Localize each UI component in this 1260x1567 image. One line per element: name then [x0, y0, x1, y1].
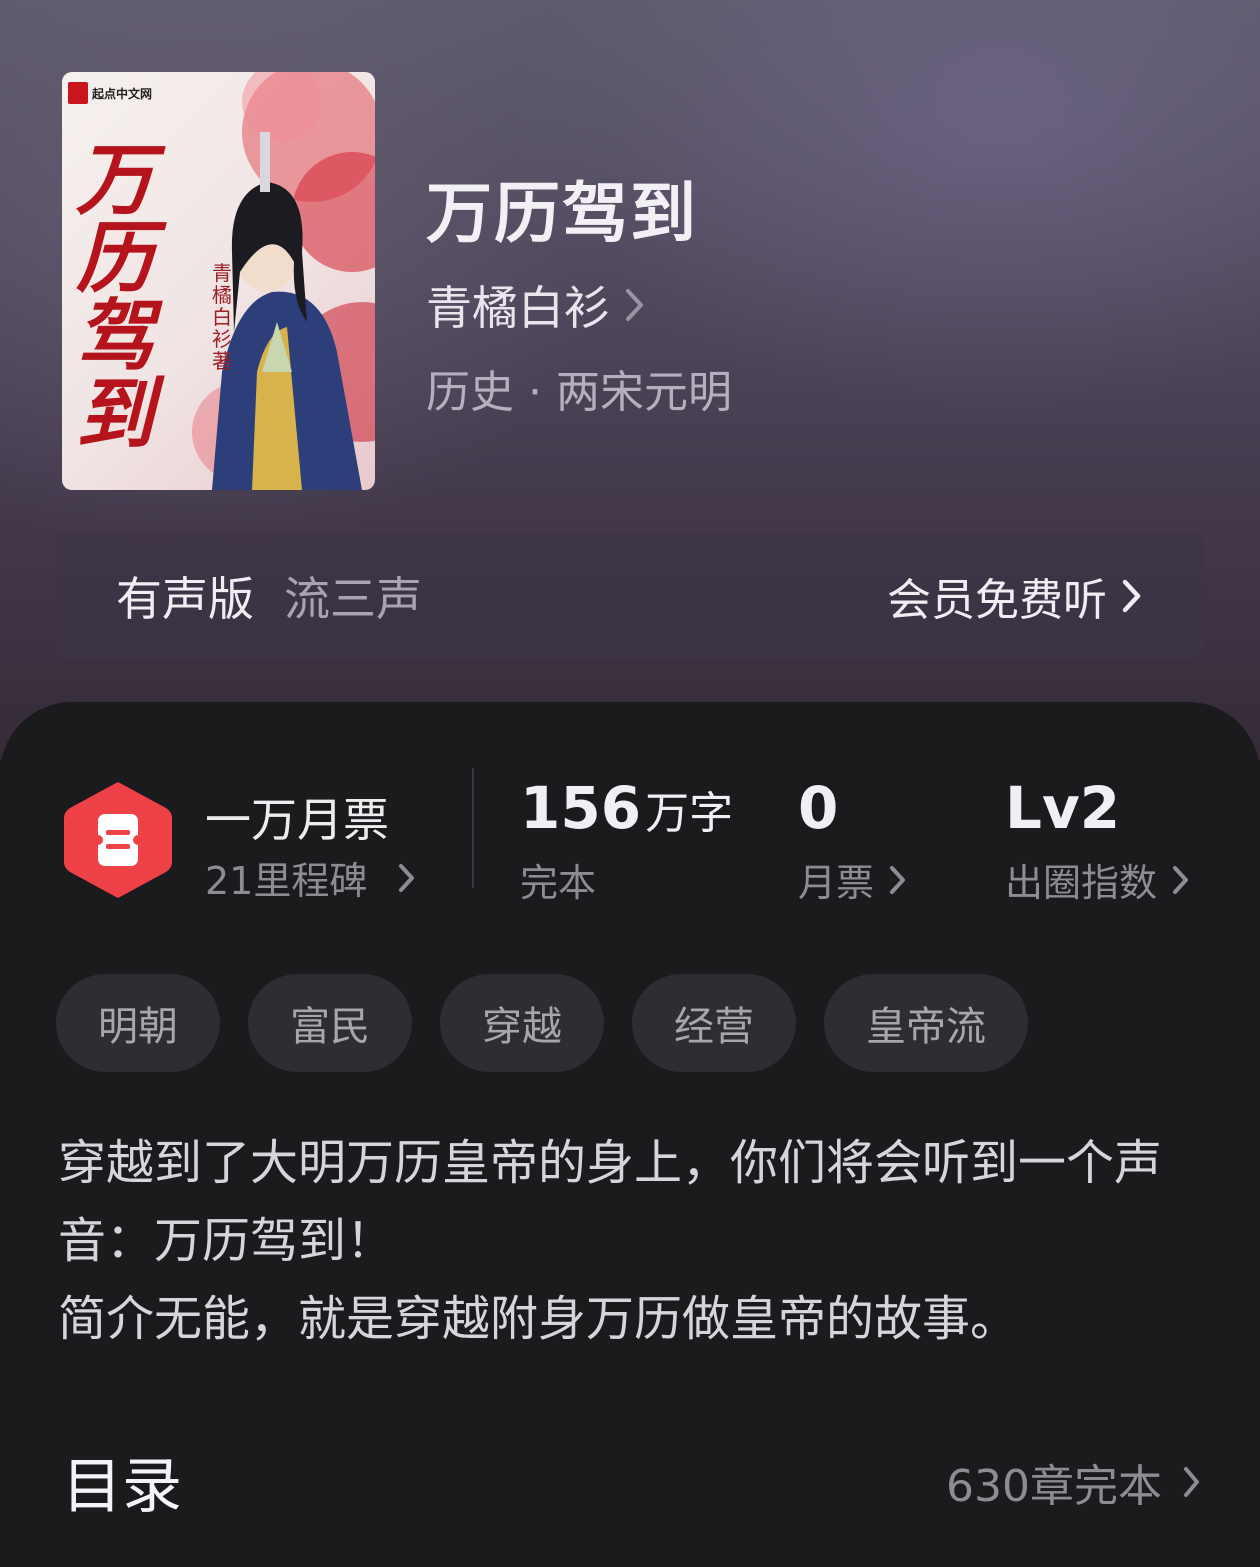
chevron-right-icon — [626, 289, 643, 321]
word-count-unit: 万字 — [645, 788, 734, 839]
book-cover[interactable]: 起点中文网 万历驾到 青橘白衫著 — [62, 72, 375, 490]
stats-row: 一万月票 21里程碑 156 万字 完本 0 月票 Lv2 出圈指数 — [0, 702, 1260, 962]
book-title: 万历驾到 — [426, 174, 698, 252]
chevron-right-icon — [399, 863, 415, 892]
member-free-listen-label: 会员免费听 — [887, 575, 1107, 626]
publisher-logo: 起点中文网 — [68, 82, 152, 104]
monthly-votes-label: 月票 — [798, 861, 875, 905]
audiobook-label: 有声版 — [116, 572, 254, 626]
book-genre[interactable]: 历史 · 两宋元明 — [426, 356, 732, 420]
book-synopsis[interactable]: 穿越到了大明万历皇帝的身上，你们将会听到一个声音：万历驾到！ 简介无能，就是穿越… — [58, 1124, 1208, 1358]
table-of-contents-row[interactable]: 目录 630章完本 — [62, 1438, 1202, 1525]
monthly-votes-stat[interactable]: 0 月票 — [798, 774, 908, 907]
chevron-right-icon — [1173, 865, 1189, 894]
popularity-index-stat[interactable]: Lv2 出圈指数 — [1005, 774, 1191, 907]
cover-author-text: 青橘白衫著 — [212, 261, 232, 373]
ticket-milestone-label: 21里程碑 — [205, 859, 368, 903]
monthly-ticket-badge-icon — [64, 782, 172, 898]
cover-title-text: 万历驾到 — [76, 135, 155, 460]
author-link[interactable]: 青橘白衫 — [426, 272, 646, 338]
audiobook-banner[interactable]: 有声版 流三声 会员免费听 — [56, 533, 1203, 659]
author-name: 青橘白衫 — [426, 281, 610, 335]
publisher-logo-icon — [68, 82, 88, 104]
chevron-right-icon — [890, 865, 906, 894]
ticket-milestone-link[interactable]: 21里程碑 — [205, 850, 417, 905]
popularity-index-label: 出圈指数 — [1005, 861, 1158, 905]
toc-title: 目录 — [62, 1452, 182, 1522]
completion-status: 完本 — [520, 861, 597, 905]
synopsis-line: 简介无能，就是穿越附身万历做皇帝的故事。 — [58, 1291, 1019, 1347]
tag-chip[interactable]: 皇帝流 — [824, 974, 1028, 1072]
word-count-stat: 156 万字 完本 — [520, 774, 733, 907]
chevron-right-icon — [1184, 1466, 1199, 1497]
synopsis-line: 穿越到了大明万历皇帝的身上，你们将会听到一个声音：万历驾到！ — [58, 1135, 1163, 1269]
tag-chip[interactable]: 明朝 — [56, 974, 220, 1072]
monthly-votes-value: 0 — [798, 774, 839, 842]
toc-chapter-count-label: 630章完本 — [946, 1460, 1162, 1512]
tag-chip[interactable]: 经营 — [632, 974, 796, 1072]
audiobook-narrator: 流三声 — [284, 572, 422, 626]
popularity-index-value: Lv2 — [1005, 774, 1121, 842]
book-detail-sheet: 一万月票 21里程碑 156 万字 完本 0 月票 Lv2 出圈指数 明朝 富民… — [0, 702, 1260, 1567]
tag-list: 明朝 富民 穿越 经营 皇帝流 — [56, 974, 1028, 1072]
book-header: 起点中文网 万历驾到 青橘白衫著 万历驾到 青橘白衫 历史 · 两宋元明 有声版… — [0, 0, 1260, 760]
tag-chip[interactable]: 穿越 — [440, 974, 604, 1072]
toc-chapter-count: 630章完本 — [946, 1450, 1202, 1514]
chevron-right-icon — [1122, 579, 1141, 613]
stat-divider — [472, 768, 474, 888]
member-free-listen-button[interactable]: 会员免费听 — [887, 564, 1143, 628]
tag-chip[interactable]: 富民 — [248, 974, 412, 1072]
ticket-title[interactable]: 一万月票 — [205, 784, 389, 850]
word-count-value: 156 — [520, 774, 642, 842]
